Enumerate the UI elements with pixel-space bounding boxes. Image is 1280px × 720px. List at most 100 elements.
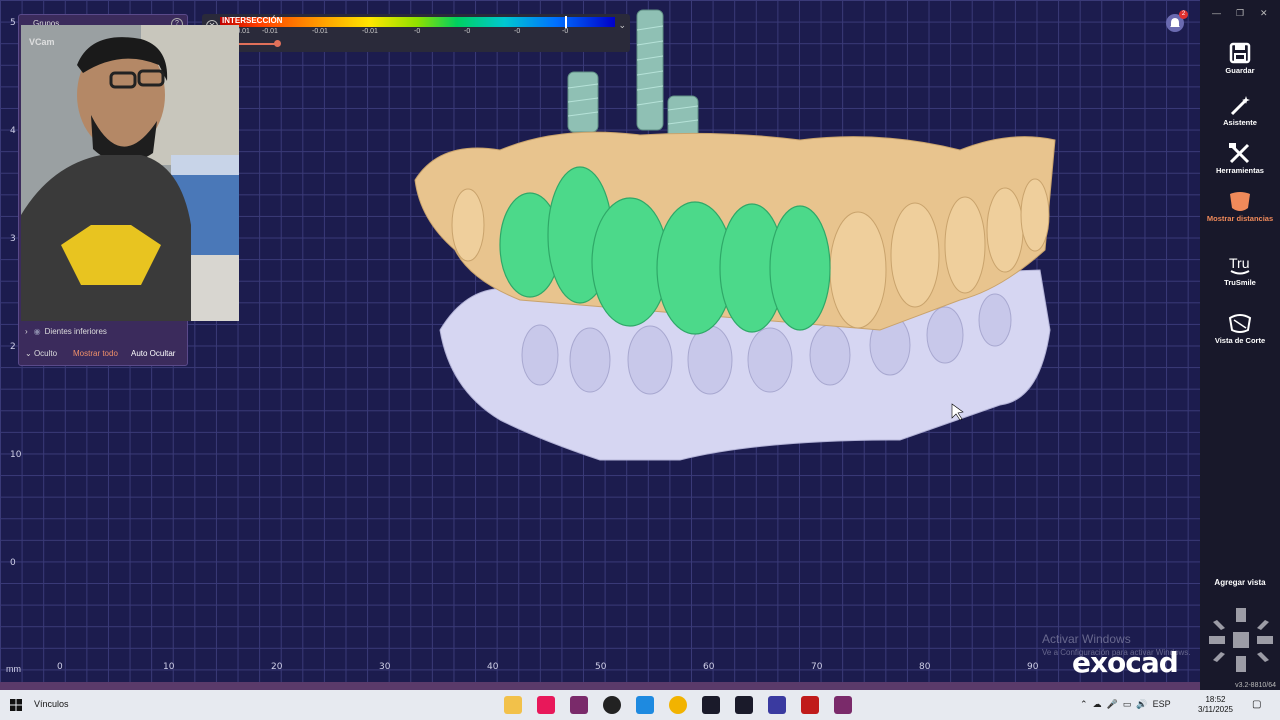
language-indicator[interactable]: ESP (1153, 699, 1171, 709)
groups-panel: Grupos ? VCam › ◉ Dientes inferiores ⌄ Ocu… (18, 14, 239, 366)
ruler-tick: 30 (379, 662, 391, 672)
ruler-tick: 10 (163, 662, 175, 672)
ruler-tick: 0 (10, 558, 16, 568)
ruler-tick: 10 (10, 450, 22, 460)
ruler-tick: 60 (703, 662, 715, 672)
tick-label: -0 (514, 28, 521, 35)
section-view-button[interactable]: Vista de Corte (1200, 312, 1280, 345)
status-strip (0, 682, 1200, 690)
activate-windows-title: Activar Windows (1042, 632, 1131, 646)
mic-icon[interactable]: 🎤 (1107, 699, 1118, 709)
tools-icon (1229, 143, 1250, 164)
tick-label: -0.01 (312, 28, 328, 35)
tick-label: -0.01 (262, 28, 278, 35)
ruler-tick: 20 (271, 662, 283, 672)
hidden-label: Oculto (33, 349, 58, 358)
chevron-up-icon[interactable]: ⌃ (1080, 699, 1088, 709)
trusmile-icon: Tru (1229, 255, 1250, 275)
ruler-unit: mm (6, 664, 21, 674)
tiktok-icon[interactable] (537, 696, 555, 714)
webcam-label: VCam (29, 37, 55, 47)
ruler-tick: 90 (1027, 662, 1039, 672)
ruler-tick: 3 (10, 234, 16, 244)
obs-icon[interactable] (603, 696, 621, 714)
save-label: Guardar (1225, 66, 1255, 75)
windows-taskbar: Vínculos ⌃ ☁ 🎤 ▭ 🔊 ESP 18:52 3/11/2025 ▢ (0, 690, 1280, 720)
exocad-app-icon[interactable] (570, 696, 588, 714)
tools-label: Herramientas (1216, 166, 1264, 175)
close-window-icon[interactable]: ✕ (1260, 8, 1268, 19)
user-app-icon[interactable] (768, 696, 786, 714)
minimize-icon[interactable]: — (1212, 8, 1221, 18)
ruler-tick: 2 (10, 342, 16, 352)
ruler-tick: 5 (10, 18, 16, 28)
right-toolbar: — ❐ ✕ Guardar Asistente Herramientas Mos… (1200, 0, 1280, 690)
intersection-color-scale[interactable]: ✕ INTERSECCIÓN -0.01 -0.01 -0.01 -0.01 -… (202, 14, 630, 52)
notifications-icon[interactable]: ▢ (1252, 699, 1261, 710)
onedrive-icon[interactable]: ☁ (1093, 699, 1102, 709)
tick-label: -0 (464, 28, 471, 35)
show-distances-button[interactable]: Mostrar distancias (1200, 190, 1280, 223)
wizard-button[interactable]: Asistente (1200, 94, 1280, 127)
add-view-button[interactable]: Agregar vista (1200, 578, 1280, 587)
version-label: v3.2-8810/64 (1235, 682, 1276, 689)
svg-text:Tru: Tru (1229, 255, 1249, 271)
file-explorer-icon[interactable] (504, 696, 522, 714)
bottom-ruler: 0 10 20 30 40 50 60 70 80 90 (0, 660, 1200, 682)
volume-icon[interactable]: 🔊 (1136, 699, 1147, 709)
recorder-icon[interactable] (801, 696, 819, 714)
clock-time: 18:52 (1205, 695, 1226, 704)
ruler-tick: 0 (57, 662, 63, 672)
notification-badge: 2 (1179, 10, 1188, 19)
ruler-tick: 50 (595, 662, 607, 672)
webcam-overlay: VCam (21, 25, 239, 321)
windows-start-icon[interactable] (10, 699, 22, 711)
clock-date: 3/11/2025 (1198, 705, 1233, 714)
trusmile-button[interactable]: Tru TruSmile (1200, 254, 1280, 287)
system-tray: ⌃ ☁ 🎤 ▭ 🔊 ESP (1080, 699, 1171, 710)
scale-marker (565, 16, 567, 28)
show-all-button[interactable]: Mostrar todo (73, 349, 118, 358)
hidden-toggle[interactable]: ⌄ Oculto (25, 349, 57, 358)
save-button[interactable]: Guardar (1200, 42, 1280, 75)
wizard-label: Asistente (1223, 118, 1257, 127)
show-distances-label: Mostrar distancias (1206, 214, 1274, 223)
trusmile-label: TruSmile (1224, 278, 1256, 287)
ruler-tick: 80 (919, 662, 931, 672)
tick-label: -0 (414, 28, 421, 35)
exocad-active-icon[interactable] (834, 696, 852, 714)
exocad-logo: exocad (1072, 646, 1179, 679)
anydesk-icon[interactable] (702, 696, 720, 714)
colorbar-title: INTERSECCIÓN (222, 16, 283, 25)
taskbar-search[interactable]: Vínculos (34, 699, 69, 709)
wand-icon (1230, 96, 1250, 116)
threshold-slider-track[interactable] (238, 43, 278, 45)
restore-icon[interactable]: ❐ (1236, 8, 1244, 19)
view-navigation-cube[interactable] (1205, 606, 1277, 676)
group-row-lower-teeth[interactable]: › ◉ Dientes inferiores (25, 327, 107, 336)
tick-label: -0 (562, 28, 569, 35)
save-icon (1229, 42, 1251, 64)
taskbar-clock[interactable]: 18:52 3/11/2025 (1198, 695, 1233, 715)
threshold-slider-handle[interactable] (274, 40, 281, 47)
chrome-icon[interactable] (669, 696, 687, 714)
section-view-icon (1228, 314, 1252, 333)
hidden-group-row: ⌄ Oculto Mostrar todo Auto Ocultar (25, 349, 185, 358)
webcam-image (21, 25, 239, 321)
auto-hide-button[interactable]: Auto Ocultar (131, 349, 175, 358)
tools-button[interactable]: Herramientas (1200, 142, 1280, 175)
group-label: Dientes inferiores (44, 327, 107, 336)
messenger-icon[interactable] (636, 696, 654, 714)
section-view-label: Vista de Corte (1214, 336, 1266, 345)
ruler-tick: 4 (10, 126, 16, 136)
eye-icon[interactable]: ◉ (34, 327, 41, 336)
notification-bell-icon[interactable]: 2 (1166, 10, 1188, 32)
ruler-tick: 70 (811, 662, 823, 672)
tick-label: -0.01 (362, 28, 378, 35)
teamviewer-icon[interactable] (735, 696, 753, 714)
network-icon[interactable]: ▭ (1123, 699, 1132, 709)
ruler-tick: 40 (487, 662, 499, 672)
distance-icon (1230, 192, 1250, 211)
chevron-down-icon[interactable]: ⌄ (618, 20, 626, 31)
chevron-right-icon[interactable]: › (25, 327, 28, 336)
